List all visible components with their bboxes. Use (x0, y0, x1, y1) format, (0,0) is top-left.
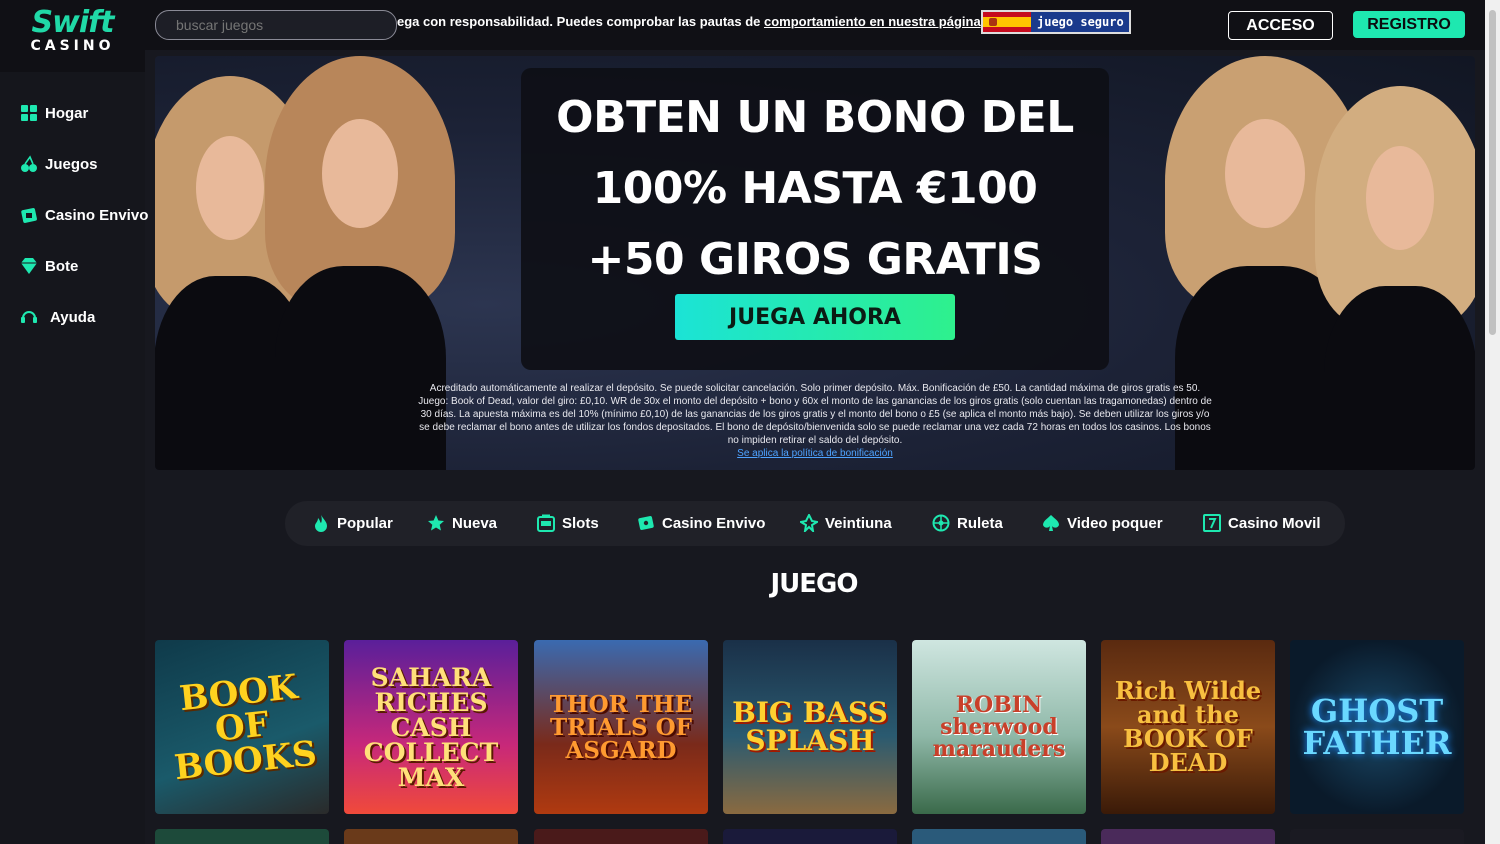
sidebar-item-label: Ayuda (50, 308, 96, 326)
category-new[interactable]: Nueva (427, 514, 497, 532)
sidebar-item-label: Casino Envivo (45, 206, 149, 224)
game-title: ROBIN sherwood marauders (932, 692, 1066, 762)
game-tile[interactable]: GHOST FATHER (1290, 640, 1464, 814)
bonus-policy-link[interactable]: Se aplica la política de bonificación (415, 447, 1215, 460)
sidebar-item-home[interactable]: Hogar (20, 104, 88, 122)
safe-badge-label: juego seguro (1037, 15, 1124, 29)
game-title: SAHARA RICHES CASH COLLECT MAX (363, 662, 499, 792)
page-scrollbar[interactable] (1485, 0, 1500, 844)
live-icon (638, 516, 654, 530)
promo-headline-2: 100% HASTA €100 (592, 163, 1038, 214)
register-button[interactable]: REGISTRO (1353, 11, 1465, 38)
game-tile[interactable]: SAHARA RICHES CASH COLLECT MAX (344, 640, 518, 814)
logo-wordmark: Swift (31, 5, 115, 40)
flame-icon (315, 515, 327, 532)
game-tile[interactable] (1290, 829, 1464, 844)
logo-subtitle: CASINO (30, 38, 115, 54)
category-mobile-casino[interactable]: Casino Movil (1203, 514, 1321, 532)
diamond-icon (21, 258, 37, 274)
scrollbar-thumb[interactable] (1489, 10, 1496, 335)
category-label: Nueva (452, 514, 498, 532)
top-bar: ega con responsabilidad. Puedes comproba… (0, 0, 1485, 50)
headset-icon (21, 311, 37, 323)
star-icon (428, 515, 444, 531)
category-label: Video poquer (1067, 514, 1163, 532)
category-slots[interactable]: Slots (537, 514, 599, 532)
promo-headline-1: OBTEN UN BONO DEL (556, 92, 1074, 143)
slot-machine-icon (537, 514, 555, 532)
game-tile[interactable]: BIG BASS SPLASH (723, 640, 897, 814)
grid-icon (21, 105, 37, 121)
game-tile[interactable] (344, 829, 518, 844)
game-title: Rich Wilde and the BOOK OF DEAD (1114, 676, 1262, 777)
game-tile[interactable] (1101, 829, 1275, 844)
game-title: BOOK OF BOOKS (172, 667, 319, 789)
sidebar-item-help[interactable]: Ayuda (20, 308, 95, 326)
game-tile[interactable]: ROBIN sherwood marauders (912, 640, 1086, 814)
category-roulette[interactable]: Ruleta (932, 514, 1003, 532)
spain-flag-icon (983, 12, 1031, 32)
category-label: Popular (337, 514, 393, 532)
game-tile[interactable] (912, 829, 1086, 844)
game-tile[interactable] (723, 829, 897, 844)
game-title: BIG BASS SPLASH (732, 696, 888, 757)
sidebar-item-label: Bote (45, 257, 79, 275)
section-title: JUEGO (770, 569, 859, 599)
casino-page: ega con responsabilidad. Puedes comproba… (0, 0, 1500, 844)
login-button[interactable]: ACCESO (1228, 11, 1333, 40)
sidebar-item-games[interactable]: Juegos (20, 155, 98, 173)
category-popular[interactable]: Popular (312, 514, 393, 532)
category-label: Veintiuna (825, 514, 892, 532)
mobile-icon (1203, 514, 1221, 532)
game-tile[interactable] (155, 829, 329, 844)
sidebar-item-jackpot[interactable]: Bote (20, 257, 78, 275)
game-tile[interactable] (534, 829, 708, 844)
logo[interactable]: Swift CASINO (0, 0, 145, 72)
sidebar-item-label: Juegos (45, 155, 98, 173)
category-label: Slots (562, 514, 599, 532)
blackjack-icon (800, 514, 818, 532)
category-bar: Popular Nueva Slots Casino Envivo Veinti… (285, 501, 1345, 546)
game-tile[interactable]: THOR THE TRIALS OF ASGARD (534, 640, 708, 814)
live-icon (21, 208, 37, 223)
behaviour-guidelines-link[interactable]: comportamiento en nuestra página (764, 14, 981, 29)
category-label: Ruleta (957, 514, 1003, 532)
spade-icon (1043, 515, 1059, 531)
category-label: Casino Envivo (662, 514, 766, 532)
promo-banner: OBTEN UN BONO DEL 100% HASTA €100 +50 GI… (155, 56, 1475, 470)
sidebar-item-label: Hogar (45, 104, 89, 122)
category-label: Casino Movil (1228, 514, 1321, 532)
notice-text: ega con responsabilidad. Puedes comproba… (397, 14, 764, 29)
game-title: THOR THE TRIALS OF ASGARD (549, 690, 693, 764)
roulette-icon (932, 514, 950, 532)
play-now-button[interactable]: JUEGA AHORA (675, 294, 955, 340)
game-title: GHOST FATHER (1302, 692, 1452, 762)
category-blackjack[interactable]: Veintiuna (800, 514, 892, 532)
cherry-icon (21, 155, 37, 172)
promo-headline-3: +50 GIROS GRATIS (587, 234, 1043, 285)
bonus-terms: Acreditado automáticamente al realizar e… (415, 382, 1215, 460)
category-video-poker[interactable]: Video poquer (1042, 514, 1163, 532)
sidebar-item-live-casino[interactable]: Casino Envivo (20, 206, 148, 224)
responsible-gaming-notice: ega con responsabilidad. Puedes comproba… (397, 14, 984, 29)
search-input[interactable] (155, 10, 397, 40)
dealer-image (1315, 86, 1475, 470)
game-tile[interactable]: BOOK OF BOOKS (155, 640, 329, 814)
safe-gaming-badge[interactable]: juego seguro (981, 10, 1131, 34)
category-live-casino[interactable]: Casino Envivo (637, 514, 765, 532)
sidebar: Hogar Juegos Casino Envivo Bote Ayuda (0, 72, 148, 844)
game-tile[interactable]: Rich Wilde and the BOOK OF DEAD (1101, 640, 1275, 814)
promo-box: OBTEN UN BONO DEL 100% HASTA €100 +50 GI… (521, 68, 1109, 370)
bonus-terms-text: Acreditado automáticamente al realizar e… (418, 383, 1212, 446)
